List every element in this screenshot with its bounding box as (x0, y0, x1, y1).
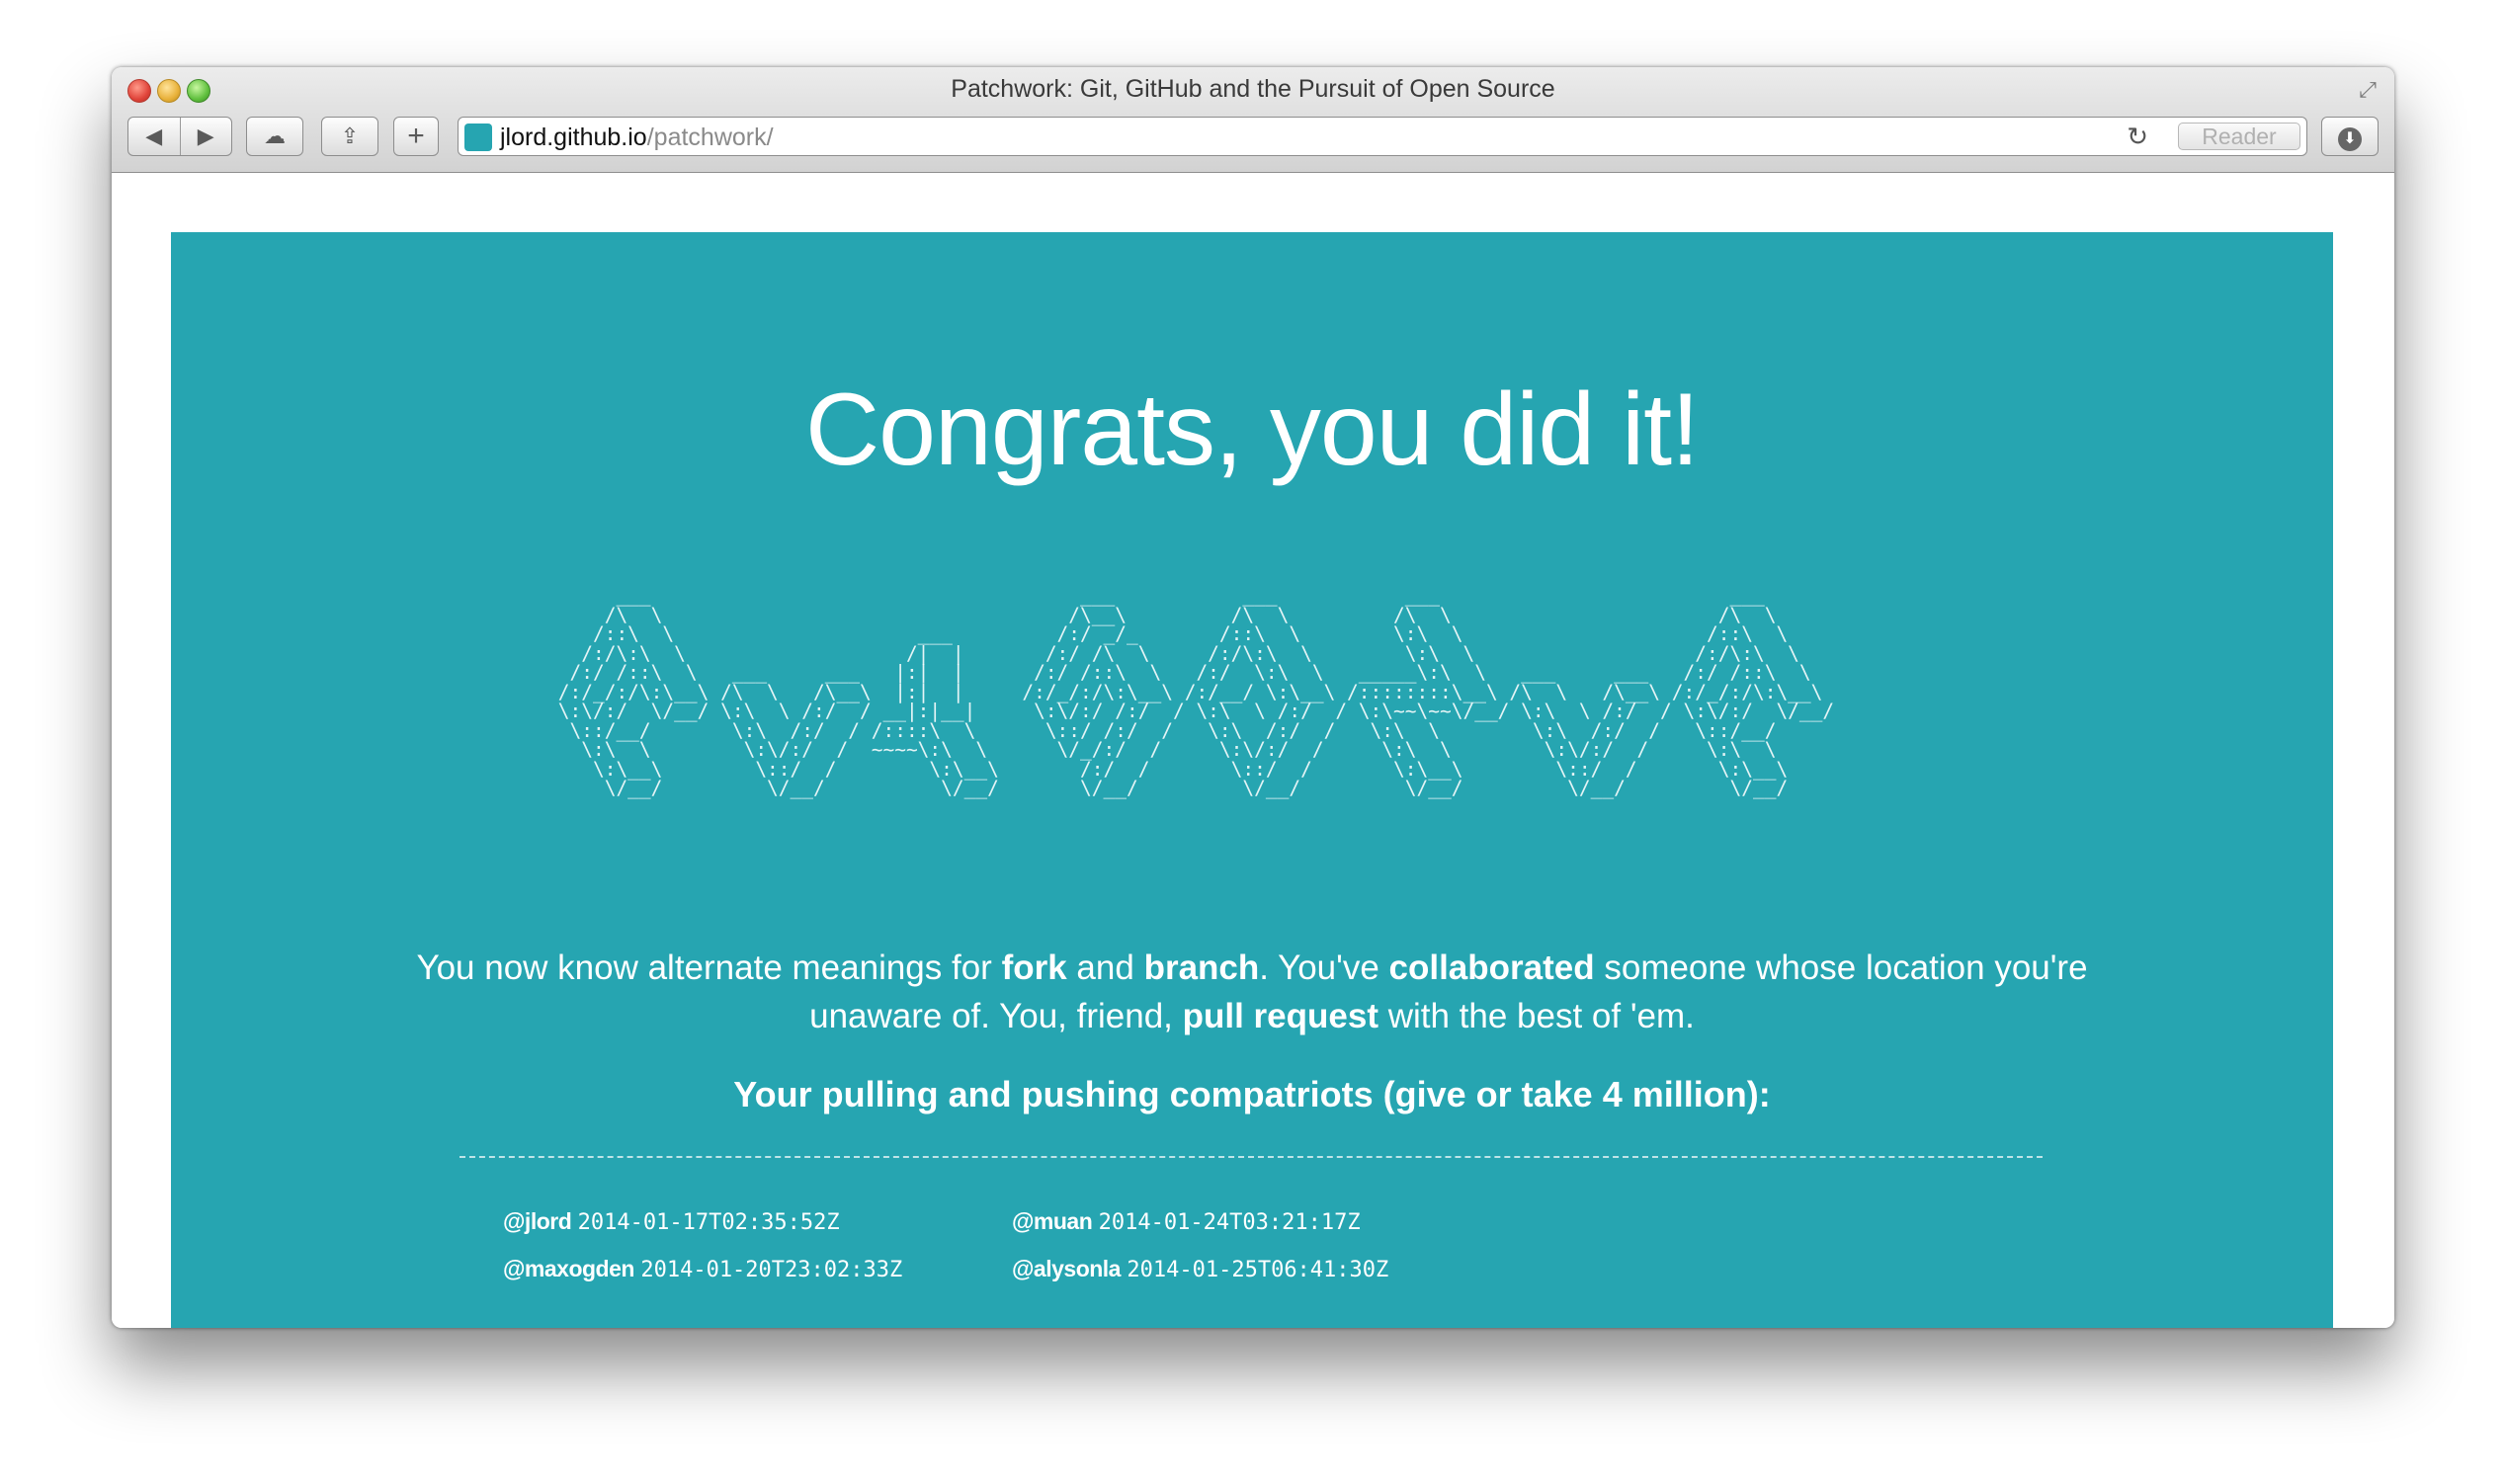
contributor-handle[interactable]: @jlord (503, 1208, 572, 1234)
intro-text: You now know alternate meanings for (416, 948, 1002, 987)
contributor-handle[interactable]: @muan (1012, 1208, 1093, 1234)
dashed-divider (459, 1156, 2043, 1158)
window-title: Patchwork: Git, GitHub and the Pursuit o… (951, 75, 1555, 103)
url-text[interactable]: jlord.github.io/patchwork/ (500, 124, 774, 151)
cloud-icon: ☁ (264, 124, 286, 148)
reader-button[interactable]: Reader (2178, 123, 2300, 150)
browser-toolbar: Patchwork: Git, GitHub and the Pursuit o… (112, 67, 2394, 173)
share-button[interactable]: ⇪ (321, 117, 378, 156)
term-collaborated: collaborated (1388, 948, 1595, 987)
add-bookmark-button[interactable]: + (393, 117, 439, 156)
reload-icon[interactable]: ↻ (2127, 120, 2148, 153)
icloud-tabs-button[interactable]: ☁ (246, 117, 303, 156)
site-favicon-icon (464, 124, 492, 151)
back-button[interactable]: ◀ (128, 118, 180, 155)
back-forward-buttons: ◀ ▶ (127, 117, 232, 156)
intro-text: with the best of 'em. (1378, 997, 1695, 1035)
browser-window: Patchwork: Git, GitHub and the Pursuit o… (112, 67, 2394, 1328)
term-fork: fork (1001, 948, 1067, 987)
term-pull-request: pull request (1182, 997, 1378, 1035)
congrats-panel: Congrats, you did it! ___ ___ ___ ___ __… (171, 232, 2333, 1328)
download-icon: ⬇ (2338, 127, 2362, 151)
contributor-item: @muan 2014-01-24T03:21:17Z (1012, 1205, 1521, 1239)
address-bar[interactable]: jlord.github.io/patchwork/ ↻ Reader (458, 117, 2307, 156)
contributor-list: @jlord 2014-01-17T02:35:52Z @muan 2014-0… (503, 1205, 1985, 1286)
fullscreen-icon[interactable]: ⤢ (2355, 77, 2381, 103)
page-content: Congrats, you did it! ___ ___ ___ ___ __… (112, 173, 2394, 1328)
url-host: jlord.github.io (500, 124, 647, 151)
term-branch: branch (1143, 948, 1260, 987)
contributor-item: @alysonla 2014-01-25T06:41:30Z (1012, 1253, 1521, 1286)
contributor-item: @jlord 2014-01-17T02:35:52Z (503, 1205, 1012, 1239)
compatriots-heading: Your pulling and pushing compatriots (gi… (733, 1074, 1771, 1114)
contributor-handle[interactable]: @alysonla (1012, 1256, 1121, 1281)
forward-button[interactable]: ▶ (181, 118, 232, 155)
contributor-timestamp: 2014-01-24T03:21:17Z (1098, 1210, 1361, 1235)
url-path: /patchwork/ (646, 124, 774, 151)
contributor-timestamp: 2014-01-17T02:35:52Z (577, 1210, 840, 1235)
contributor-timestamp: 2014-01-25T06:41:30Z (1127, 1258, 1389, 1282)
intro-text: and (1066, 948, 1144, 987)
intro-text: . You've (1259, 948, 1389, 987)
share-icon: ⇪ (340, 124, 360, 148)
contributor-item: @maxogden 2014-01-20T23:02:33Z (503, 1253, 1012, 1286)
intro-paragraph: You now know alternate meanings for fork… (369, 944, 2135, 1040)
page-title: Congrats, you did it! (805, 372, 1700, 487)
downloads-button[interactable]: ⬇ (2321, 117, 2379, 156)
contributor-timestamp: 2014-01-20T23:02:33Z (640, 1258, 903, 1282)
contributor-handle[interactable]: @maxogden (503, 1256, 634, 1281)
plus-icon: + (407, 120, 425, 152)
ascii-art-banner: ___ ___ ___ ___ ___ /\ \ /\__\ /\ \ /\ \ (557, 584, 1835, 799)
